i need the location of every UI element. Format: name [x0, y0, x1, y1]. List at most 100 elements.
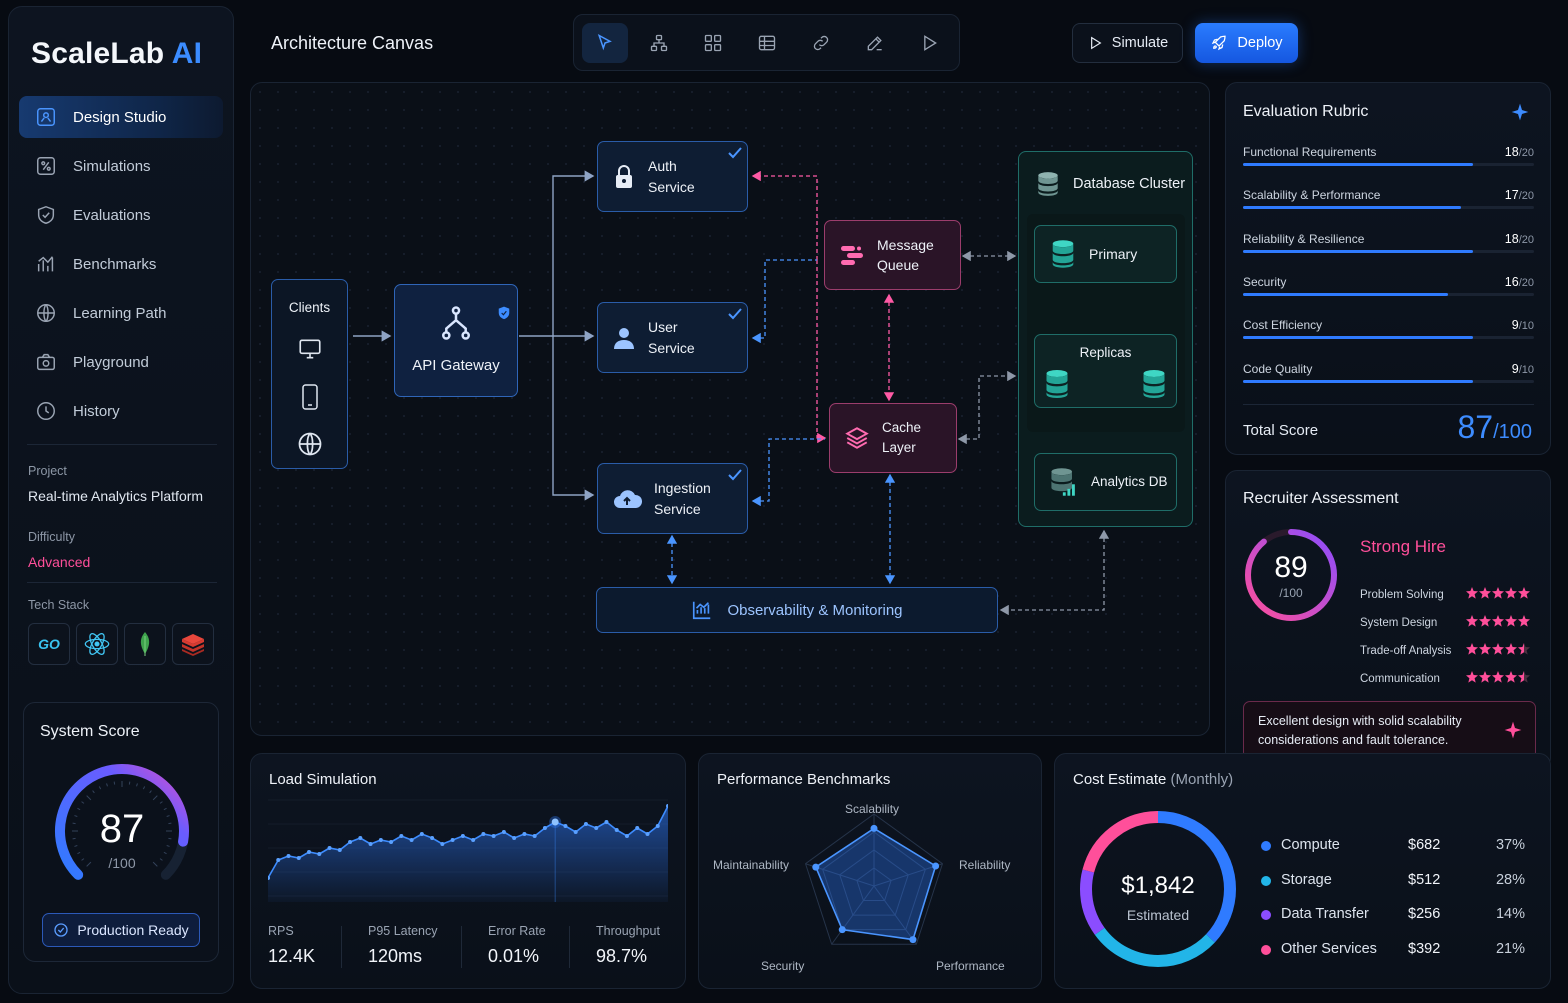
node-replicas-db[interactable]: Replicas [1034, 334, 1177, 408]
sidebar-item-playground[interactable]: Playground [19, 341, 223, 383]
node-auth-service[interactable]: Auth Service [597, 141, 748, 212]
radar-label-reliability: Reliability [959, 858, 1011, 872]
tool-edit[interactable] [852, 23, 898, 63]
edge-gateway-ingestion [552, 336, 595, 501]
star [1479, 615, 1491, 627]
radar-point [932, 862, 940, 870]
deploy-button[interactable]: Deploy [1195, 23, 1298, 63]
rating-row: System Design [1360, 615, 1532, 629]
node-message-queue[interactable]: Message Queue [824, 220, 961, 290]
tool-list[interactable] [744, 23, 790, 63]
gateway-icon [442, 305, 470, 340]
star [1518, 615, 1530, 627]
load-point [532, 834, 537, 838]
architecture-canvas[interactable]: Clients API Gateway Auth Service User Serv… [250, 82, 1210, 736]
tech-go[interactable]: GO [28, 623, 70, 665]
gauge-tick [81, 801, 85, 804]
sidebar-item-simulations[interactable]: Simulations [19, 145, 223, 187]
star [1492, 671, 1504, 683]
tech-react[interactable] [76, 623, 118, 665]
production-ready-badge[interactable]: Production Ready [42, 913, 200, 947]
cloud-upload-icon [614, 489, 642, 508]
rocket-icon [1212, 35, 1227, 51]
node-observability[interactable]: Observability & Monitoring [596, 587, 998, 633]
load-point [604, 820, 609, 824]
load-point [296, 856, 301, 860]
recruiter-score-max: /100 [1279, 586, 1303, 600]
radar-area [814, 827, 937, 941]
node-database-cluster[interactable]: Database Cluster Primary Replicas Analyt… [1018, 151, 1193, 527]
sidebar-divider [27, 444, 217, 445]
cost-item-amount: $512 [1408, 871, 1441, 888]
project-label: Project [28, 464, 67, 478]
sidebar-item-design-studio[interactable]: Design Studio [19, 96, 223, 138]
database-icon [1143, 369, 1165, 398]
recruiter-score-value: 89 [1274, 551, 1308, 584]
node-primary-db[interactable]: Primary [1034, 225, 1177, 283]
simulate-button[interactable]: Simulate [1072, 23, 1183, 63]
node-analytics-db[interactable]: Analytics DB [1034, 453, 1177, 511]
difficulty-value: Advanced [28, 554, 91, 570]
tool-select[interactable] [582, 23, 628, 63]
tech-redis[interactable] [172, 623, 214, 665]
legend-dot [1261, 841, 1271, 851]
tool-components[interactable] [690, 23, 736, 63]
rubric-row-fill [1243, 379, 1474, 383]
star [1466, 643, 1478, 655]
check-icon [728, 147, 742, 159]
sidebar-item-evaluations[interactable]: Evaluations [19, 194, 223, 236]
tool-hierarchy[interactable] [636, 23, 682, 63]
react-icon [84, 632, 110, 656]
load-point [317, 852, 322, 856]
node-api-gateway[interactable]: API Gateway [394, 284, 518, 397]
leaf-icon [140, 632, 150, 656]
star [1492, 643, 1504, 655]
load-simulation-title: Load Simulation [269, 771, 377, 788]
load-point [440, 842, 445, 846]
load-point [409, 838, 414, 842]
legend-dot [1261, 944, 1271, 955]
sidebar-item-learning-path[interactable]: Learning Path [19, 292, 223, 334]
sidebar-item-benchmarks[interactable]: Benchmarks [19, 243, 223, 285]
node-cache-layer[interactable]: Cache Layer [829, 403, 957, 473]
load-chart[interactable] [268, 794, 668, 902]
node-ingestion-service[interactable]: Ingestion Service [597, 463, 748, 534]
cost-item-name: Data Transfer [1281, 906, 1369, 922]
tool-run[interactable] [906, 23, 952, 63]
gauge-tick [92, 790, 95, 794]
tool-link[interactable] [798, 23, 844, 63]
check-icon [728, 308, 742, 320]
edge-user-queue [751, 259, 817, 344]
app-logo: ScaleLab AI [31, 37, 203, 70]
radar-point [812, 863, 820, 871]
star [1466, 671, 1478, 683]
edge-analytics-observability [999, 529, 1110, 616]
shield-check-icon [37, 205, 55, 225]
gauge-tick [163, 851, 167, 855]
load-point [471, 838, 476, 842]
rubric-row-label: Functional Requirements [1243, 145, 1377, 159]
desktop-icon [298, 339, 321, 359]
tech-mongodb[interactable] [124, 623, 166, 665]
gauge-tick [98, 786, 102, 790]
sidebar-item-history[interactable]: History [19, 390, 223, 432]
radar-label-scalability: Scalability [845, 802, 900, 816]
load-point [307, 850, 312, 854]
performance-benchmarks-panel: Performance Benchmarks Scalability Relia… [698, 753, 1042, 989]
layers-icon [845, 427, 869, 449]
rubric-row-score: 9/10 [1511, 318, 1534, 333]
metric-error-rate: Error Rate 0.01% [488, 924, 546, 966]
highlight-point [551, 818, 559, 826]
user-icon [614, 327, 634, 349]
rubric-row-score: 17/20 [1504, 188, 1534, 203]
cost-item-percent: 21% [1495, 940, 1525, 957]
gauge-tick [152, 795, 158, 801]
pointer-icon [597, 33, 612, 51]
load-point [430, 836, 435, 840]
node-user-service[interactable]: User Service [597, 302, 748, 373]
node-clients[interactable]: Clients [271, 279, 348, 469]
load-point [460, 834, 465, 838]
sidebar-divider [27, 582, 217, 583]
design-icon [37, 108, 55, 126]
rubric-row-label: Scalability & Performance [1243, 188, 1381, 203]
